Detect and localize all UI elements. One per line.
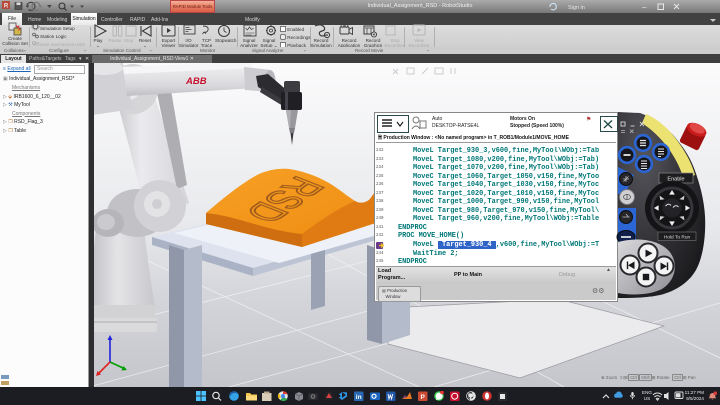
svg-text:Hold To Run: Hold To Run	[664, 235, 691, 241]
svg-text:ABB: ABB	[185, 76, 207, 87]
svg-text:in: in	[356, 394, 362, 401]
svg-text:Sign in: Sign in	[568, 5, 585, 11]
svg-text:–: –	[642, 3, 647, 12]
svg-text:R: R	[4, 4, 9, 10]
svg-text:P: P	[421, 394, 426, 401]
